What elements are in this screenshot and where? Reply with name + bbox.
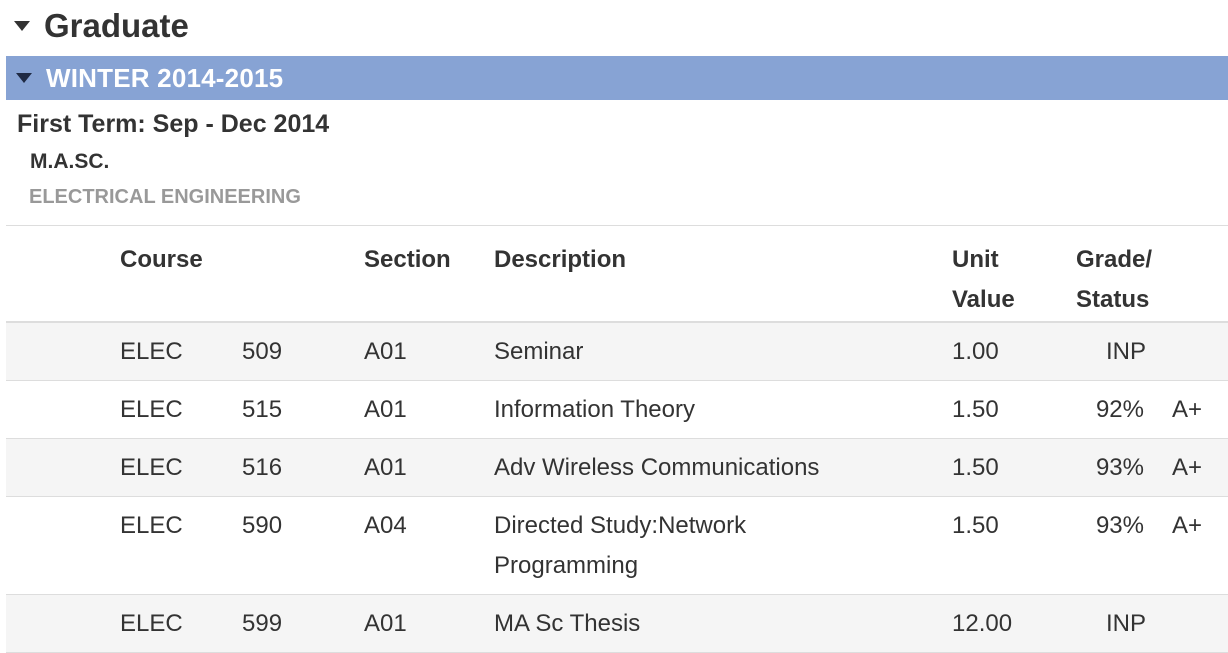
course-description: Information Theory xyxy=(494,396,695,423)
course-number: 516 xyxy=(242,454,283,481)
unit-value: 1.50 xyxy=(952,512,999,539)
header-course: Course xyxy=(120,246,203,273)
course-number: 515 xyxy=(242,396,283,423)
header-grade-status: Grade/ Status xyxy=(1076,240,1152,320)
course-subject: ELEC xyxy=(120,610,183,637)
caret-down-icon xyxy=(16,73,32,83)
course-subject: ELEC xyxy=(120,396,183,423)
table-row: ELEC 509 A01 Seminar 1.00 INP xyxy=(6,323,1228,381)
course-section: A01 xyxy=(364,396,407,423)
grade-letter: A+ xyxy=(1172,512,1203,539)
course-number: 599 xyxy=(242,610,283,637)
grade-status: INP xyxy=(1105,338,1146,365)
unit-value: 1.00 xyxy=(952,338,999,365)
grade-percent: 93% xyxy=(1095,454,1144,481)
course-section: A01 xyxy=(364,454,407,481)
header-description: Description xyxy=(494,246,627,273)
unit-value: 1.50 xyxy=(952,454,999,481)
grade-letter: A+ xyxy=(1172,396,1203,423)
header-grade-line2: Status xyxy=(1076,286,1150,313)
header-grade-line1: Grade/ xyxy=(1076,246,1153,273)
courses-table: Course Section Description Unit Value Gr… xyxy=(6,225,1228,653)
grade-percent: 92% xyxy=(1095,396,1144,423)
course-number: 509 xyxy=(242,338,283,365)
course-subject: ELEC xyxy=(120,454,183,481)
course-section: A01 xyxy=(364,338,407,365)
section-title: Graduate xyxy=(44,7,189,44)
grade-percent: 93% xyxy=(1095,512,1144,539)
course-description: Directed Study:Network Programming xyxy=(494,512,747,579)
header-section: Section xyxy=(364,246,451,273)
term-bar-title: WINTER 2014-2015 xyxy=(46,62,284,93)
grade-letter: A+ xyxy=(1172,454,1203,481)
header-unit-value: Unit Value xyxy=(952,240,1015,320)
header-unit-line1: Unit xyxy=(952,246,999,273)
unit-value: 12.00 xyxy=(952,610,1013,637)
table-row: ELEC 590 A04 Directed Study:Network Prog… xyxy=(6,497,1228,595)
degree-label: M.A.SC. xyxy=(30,150,110,173)
term-label: First Term: Sep - Dec 2014 xyxy=(17,110,330,138)
course-subject: ELEC xyxy=(120,338,183,365)
course-description: Adv Wireless Communications xyxy=(494,454,820,481)
table-row: ELEC 515 A01 Information Theory 1.50 92%… xyxy=(6,381,1228,439)
table-row: ELEC 516 A01 Adv Wireless Communications… xyxy=(6,439,1228,497)
unit-value: 1.50 xyxy=(952,396,999,423)
program-label: ELECTRICAL ENGINEERING xyxy=(29,186,301,208)
course-subject: ELEC xyxy=(120,512,183,539)
course-number: 590 xyxy=(242,512,283,539)
caret-down-icon xyxy=(14,21,30,31)
course-section: A01 xyxy=(364,610,407,637)
table-header: Course Section Description Unit Value Gr… xyxy=(6,226,1228,323)
table-row: ELEC 599 A01 MA Sc Thesis 12.00 INP xyxy=(6,595,1228,653)
grade-status: INP xyxy=(1105,610,1146,637)
course-description: MA Sc Thesis xyxy=(494,610,641,637)
course-section: A04 xyxy=(364,512,407,539)
header-unit-line2: Value xyxy=(952,286,1015,313)
term-toggle-bar[interactable]: WINTER 2014-2015 xyxy=(6,56,1228,100)
graduate-section-toggle[interactable]: Graduate xyxy=(14,4,189,48)
course-description: Seminar xyxy=(494,338,584,365)
